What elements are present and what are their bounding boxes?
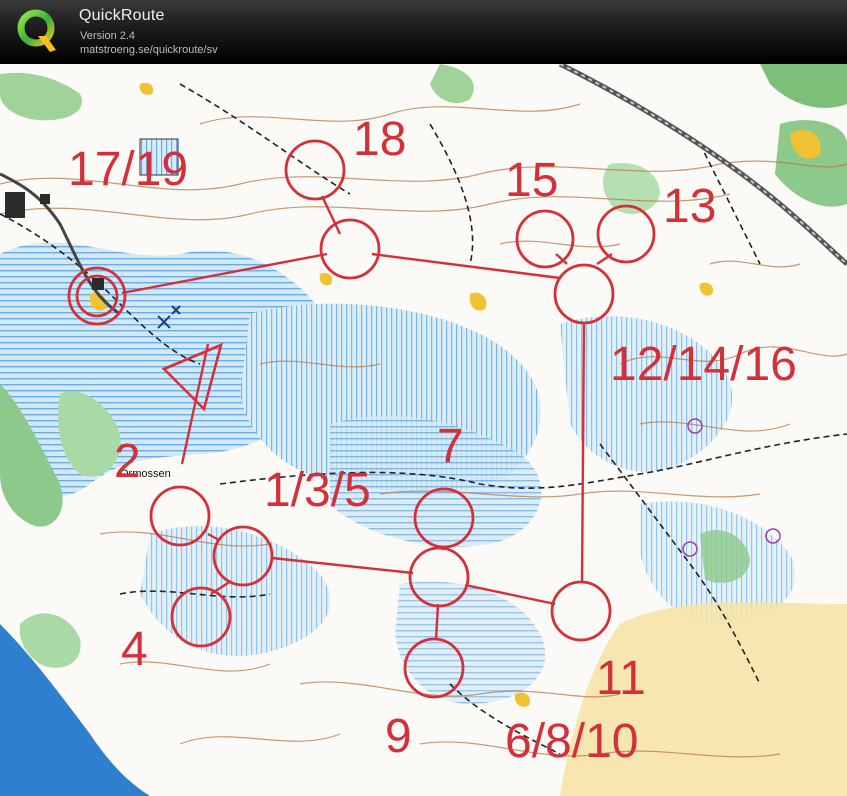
quickroute-window: QuickRoute Version 2.4 matstroeng.se/qui…	[0, 0, 847, 796]
label-13: 13	[663, 180, 716, 233]
orienteering-map[interactable]: Ormossen 17/19 18 15 13 12/14/16 2 1/3/5…	[0, 64, 847, 796]
map-canvas[interactable]: Ormossen 17/19 18 15 13 12/14/16 2 1/3/5…	[0, 64, 847, 796]
label-2: 2	[114, 435, 141, 488]
app-version: Version 2.4	[80, 30, 136, 42]
quickroute-logo-icon	[17, 9, 56, 52]
label-11: 11	[596, 652, 646, 705]
label-7: 7	[437, 420, 464, 473]
label-6-8-10: 6/8/10	[505, 715, 638, 768]
label-18: 18	[353, 113, 406, 166]
label-1-3-5: 1/3/5	[264, 464, 371, 517]
app-url: matstroeng.se/quickroute/sv	[80, 44, 218, 56]
label-4: 4	[121, 623, 148, 676]
label-9: 9	[385, 710, 412, 763]
title-bar: QuickRoute Version 2.4 matstroeng.se/qui…	[0, 0, 847, 64]
label-15: 15	[505, 154, 558, 207]
label-12-14-16: 12/14/16	[610, 338, 797, 391]
app-title: QuickRoute	[79, 7, 165, 24]
label-17-19: 17/19	[68, 143, 188, 196]
